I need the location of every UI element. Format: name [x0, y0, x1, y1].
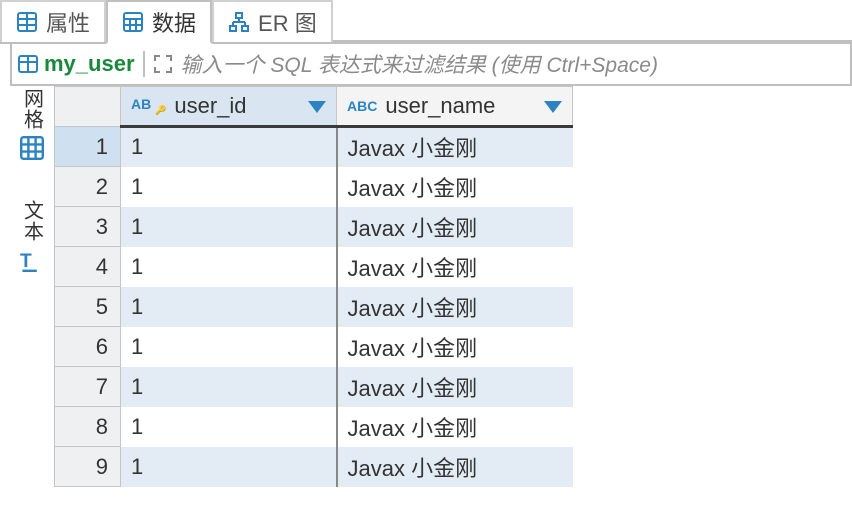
table-name-chip[interactable]: my_user: [18, 51, 135, 77]
cell-user_id[interactable]: 1: [121, 447, 337, 487]
tab-label: 数据: [152, 6, 196, 38]
type-abc-key-icon: AB 🔑: [131, 96, 166, 116]
filter-bar: my_user 输入一个 SQL 表达式来过滤结果 (使用 Ctrl+Space…: [10, 44, 852, 86]
row-number[interactable]: 3: [55, 207, 121, 247]
row-number[interactable]: 4: [55, 247, 121, 287]
cell-user_name[interactable]: Javax 小金刚: [337, 367, 573, 407]
row-number[interactable]: 1: [55, 127, 121, 167]
divider: [143, 51, 145, 77]
text-view-icon: T: [20, 248, 44, 272]
cell-user_id[interactable]: 1: [121, 127, 337, 167]
cell-user_id[interactable]: 1: [121, 327, 337, 367]
cell-user_name[interactable]: Javax 小金刚: [337, 407, 573, 447]
editor-tabs: 属性 数据 ER 图: [0, 0, 852, 44]
cell-user_id[interactable]: 1: [121, 167, 337, 207]
data-grid-icon: [122, 11, 144, 33]
cell-user_id[interactable]: 1: [121, 407, 337, 447]
sort-arrow-icon[interactable]: [544, 93, 562, 119]
table-row[interactable]: 31Javax 小金刚: [55, 207, 852, 247]
expand-icon[interactable]: [153, 54, 173, 74]
cell-user_id[interactable]: 1: [121, 367, 337, 407]
table-row[interactable]: 91Javax 小金刚: [55, 447, 852, 487]
cell-user_name[interactable]: Javax 小金刚: [337, 247, 573, 287]
row-number[interactable]: 7: [55, 367, 121, 407]
row-number[interactable]: 6: [55, 327, 121, 367]
table-row[interactable]: 61Javax 小金刚: [55, 327, 852, 367]
view-grid-button[interactable]: 网格: [18, 88, 47, 160]
view-mode-rail: 网格 文本 T: [10, 86, 54, 506]
column-header-user_id[interactable]: AB 🔑 user_id: [121, 87, 337, 127]
cell-user_name[interactable]: Javax 小金刚: [337, 207, 573, 247]
row-number[interactable]: 5: [55, 287, 121, 327]
grid-icon: [16, 11, 38, 33]
cell-user_id[interactable]: 1: [121, 287, 337, 327]
column-name: user_id: [174, 93, 246, 119]
tab-data[interactable]: 数据: [106, 0, 212, 44]
view-text-button[interactable]: 文本 T: [18, 200, 47, 272]
tab-properties[interactable]: 属性: [0, 0, 106, 42]
grid-view-icon: [20, 136, 44, 160]
cell-user_name[interactable]: Javax 小金刚: [337, 167, 573, 207]
cell-user_id[interactable]: 1: [121, 207, 337, 247]
sort-arrow-icon[interactable]: [308, 93, 326, 119]
table-row[interactable]: 21Javax 小金刚: [55, 167, 852, 207]
table-row[interactable]: 81Javax 小金刚: [55, 407, 852, 447]
tab-label: ER 图: [258, 6, 317, 38]
cell-user_name[interactable]: Javax 小金刚: [337, 287, 573, 327]
diagram-icon: [228, 11, 250, 33]
table-row[interactable]: 41Javax 小金刚: [55, 247, 852, 287]
sql-filter-input[interactable]: 输入一个 SQL 表达式来过滤结果 (使用 Ctrl+Space): [181, 49, 844, 79]
table-row[interactable]: 71Javax 小金刚: [55, 367, 852, 407]
tab-er-diagram[interactable]: ER 图: [212, 0, 333, 42]
cell-user_name[interactable]: Javax 小金刚: [337, 127, 573, 167]
row-number[interactable]: 9: [55, 447, 121, 487]
column-header-user_name[interactable]: ABC user_name: [337, 87, 573, 127]
cell-user_name[interactable]: Javax 小金刚: [337, 447, 573, 487]
table-row[interactable]: 11Javax 小金刚: [55, 127, 852, 167]
table-icon: [18, 54, 38, 74]
type-abc-icon: ABC: [347, 98, 377, 114]
data-grid[interactable]: AB 🔑 user_id ABC user_name: [54, 86, 852, 506]
svg-text:T: T: [20, 251, 32, 272]
row-number[interactable]: 8: [55, 407, 121, 447]
table-row[interactable]: 51Javax 小金刚: [55, 287, 852, 327]
row-header-corner[interactable]: [55, 87, 121, 127]
table-name-label: my_user: [44, 51, 135, 77]
cell-user_id[interactable]: 1: [121, 247, 337, 287]
cell-user_name[interactable]: Javax 小金刚: [337, 327, 573, 367]
row-number[interactable]: 2: [55, 167, 121, 207]
rail-label: 文本: [18, 200, 47, 242]
tab-label: 属性: [46, 6, 90, 38]
column-name: user_name: [385, 93, 495, 119]
rail-label: 网格: [18, 88, 47, 130]
